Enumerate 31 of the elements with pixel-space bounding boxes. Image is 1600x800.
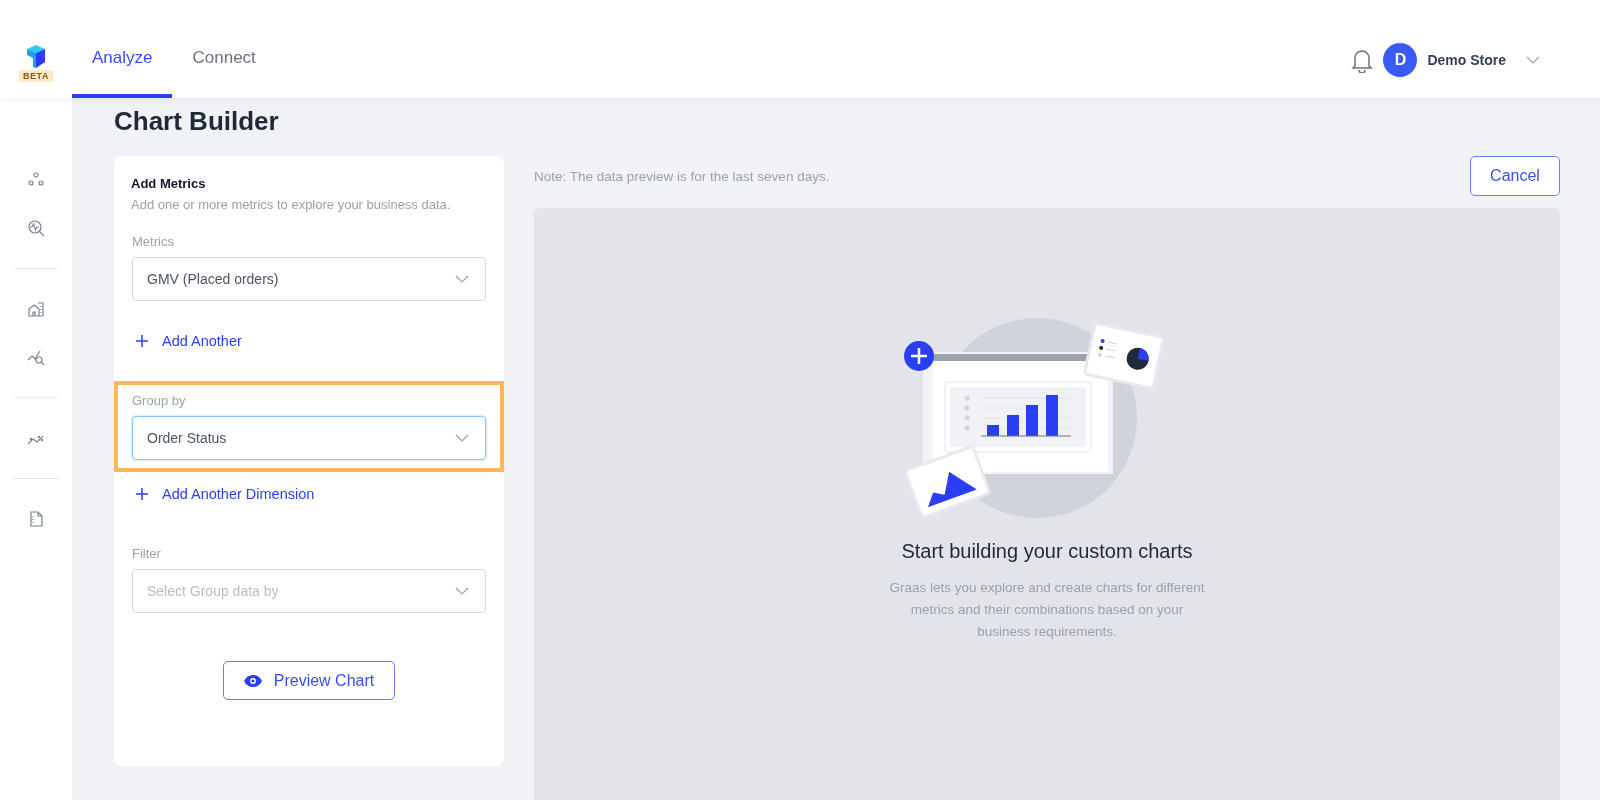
add-link[interactable]: Add Another Dimension bbox=[136, 486, 315, 502]
field-label: Filter bbox=[132, 546, 162, 561]
pulse-search-icon[interactable] bbox=[26, 218, 46, 238]
section-title: Add Metrics bbox=[131, 176, 207, 191]
plus-icon bbox=[136, 335, 148, 347]
preview-chart-button[interactable]: Preview Chart bbox=[223, 661, 395, 700]
store-name[interactable]: Demo Store bbox=[1427, 52, 1506, 68]
chevron-down-icon bbox=[455, 275, 469, 283]
cancel-button[interactable]: Cancel bbox=[1470, 156, 1560, 196]
user-avatar[interactable]: D bbox=[1383, 43, 1418, 77]
select-field[interactable]: Order Status bbox=[132, 416, 486, 460]
cube-logo-icon bbox=[25, 44, 47, 68]
field-label: Group by bbox=[132, 393, 187, 408]
empty-state-title: Start building your custom charts bbox=[901, 540, 1193, 563]
plus-icon bbox=[136, 488, 148, 500]
data-preview-note: Note: The data preview is for the last seven days. bbox=[534, 168, 830, 184]
section-description: Add one or more metrics to explore your business data. bbox=[131, 197, 452, 212]
beta-badge: BETA bbox=[19, 70, 53, 82]
nav-tab[interactable]: Connect bbox=[172, 0, 276, 98]
select-field[interactable]: GMV (Placed orders) bbox=[132, 257, 486, 301]
eye-icon bbox=[243, 674, 262, 687]
chevron-down-icon bbox=[455, 434, 469, 442]
nav-tab[interactable]: Analyze bbox=[72, 0, 173, 98]
buildings-icon[interactable] bbox=[26, 299, 46, 319]
empty-state-description: Graas lets you explore and create charts for different metrics and their combinations based on your business requirements. bbox=[888, 579, 1206, 641]
add-link[interactable]: Add Another bbox=[136, 333, 242, 349]
chevron-down-icon[interactable] bbox=[1526, 56, 1540, 64]
page-title: Chart Builder bbox=[114, 106, 280, 137]
bell-icon[interactable] bbox=[1351, 47, 1374, 73]
chevron-down-icon bbox=[455, 587, 469, 595]
field-label: Metrics bbox=[132, 234, 175, 249]
